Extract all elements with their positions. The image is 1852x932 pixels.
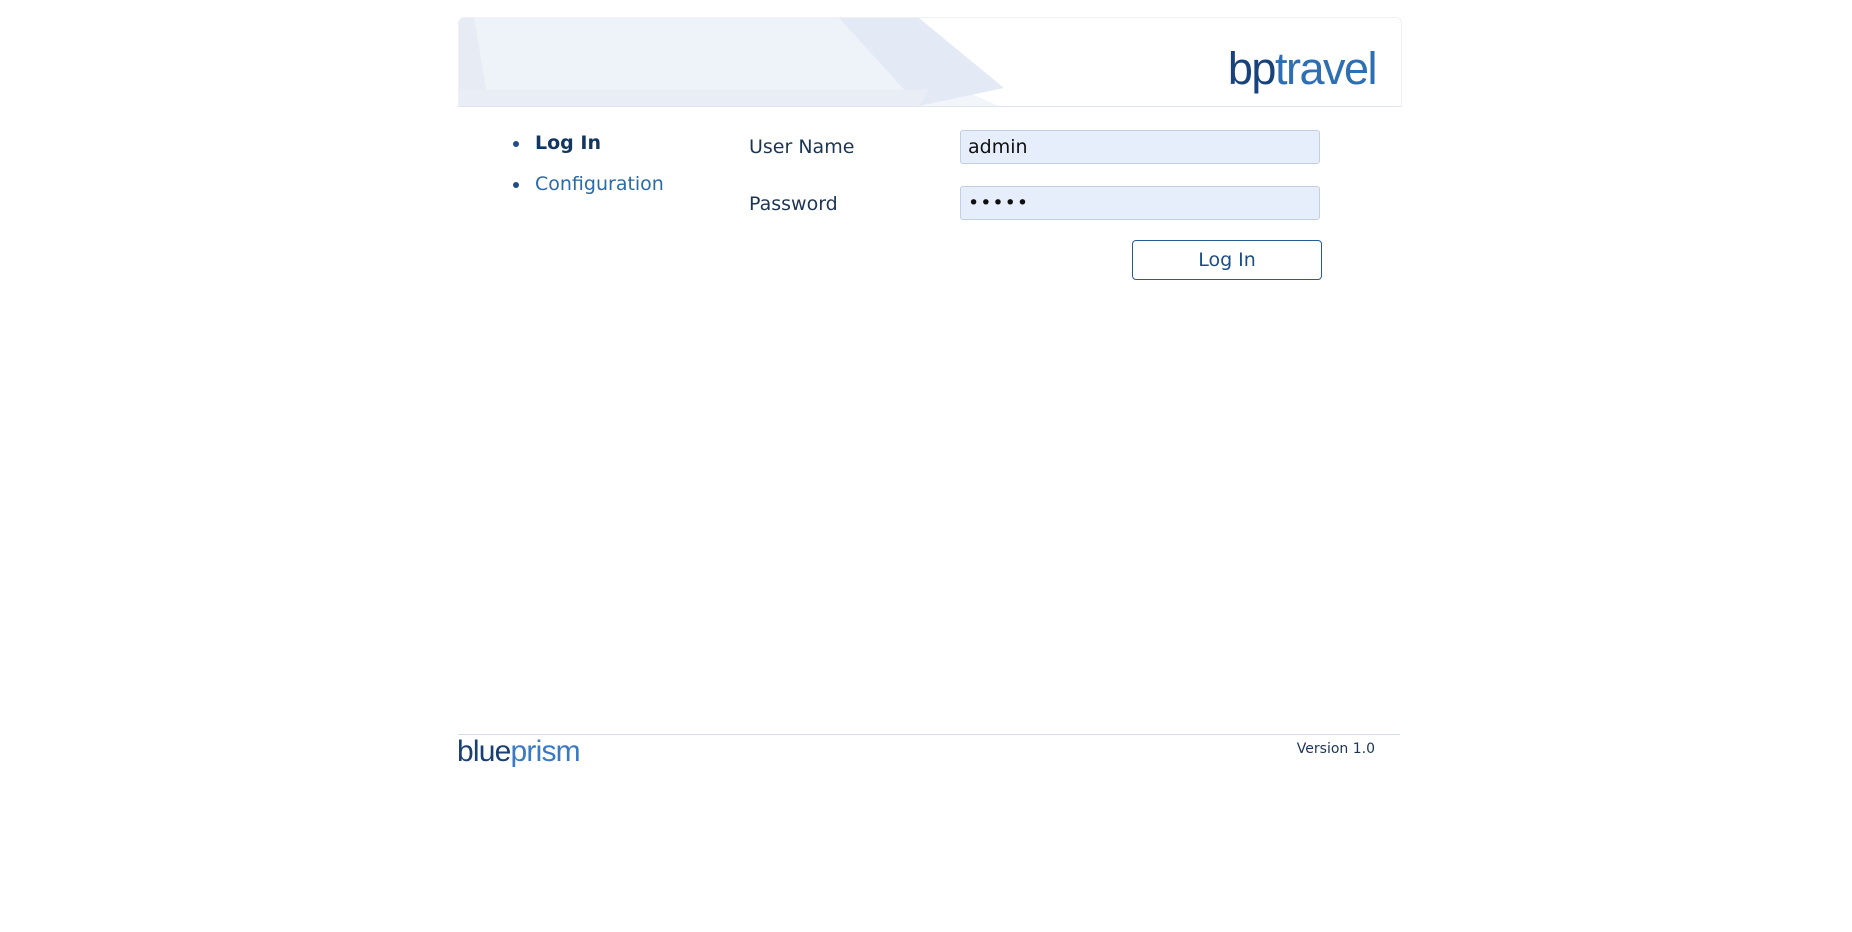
nav-item-log-in[interactable]: Log In — [511, 131, 664, 172]
header-banner: bptravel — [458, 17, 1402, 107]
brand-logo-part1: bp — [1227, 43, 1277, 94]
nav-item-configuration[interactable]: Configuration — [511, 172, 664, 213]
password-input[interactable] — [960, 186, 1320, 220]
log-in-button[interactable]: Log In — [1132, 240, 1322, 280]
password-label: Password — [749, 193, 838, 215]
footer-logo-part1: blue — [457, 735, 511, 768]
version-text: Version 1.0 — [1296, 741, 1375, 757]
side-nav: Log In Configuration — [511, 131, 664, 213]
login-page: bptravel Log In Configuration User Name … — [0, 0, 1852, 932]
nav-item-label: Configuration — [535, 173, 664, 195]
username-label: User Name — [749, 136, 855, 158]
nav-item-label: Log In — [535, 132, 601, 154]
brand-logo: bptravel — [1227, 43, 1378, 94]
brand-logo-part2: travel — [1274, 43, 1378, 94]
footer-divider — [458, 734, 1400, 735]
footer-logo: blueprism — [457, 735, 581, 768]
username-input[interactable] — [960, 130, 1320, 164]
footer-logo-part2: prism — [510, 735, 581, 768]
